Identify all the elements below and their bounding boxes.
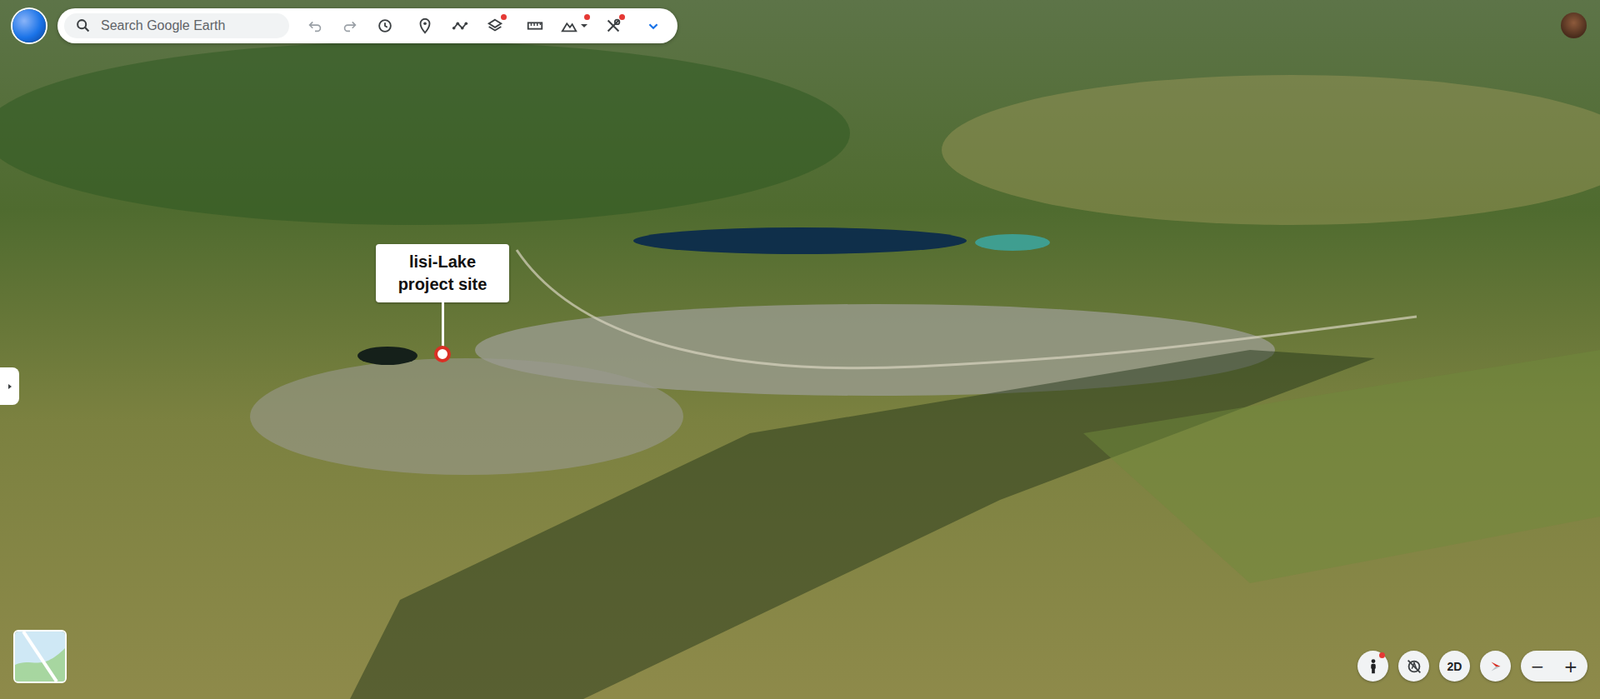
- lake: [357, 346, 418, 365]
- lake: [633, 227, 967, 255]
- search-icon[interactable]: [74, 16, 93, 35]
- profile-avatar[interactable]: [1560, 12, 1587, 39]
- elevation-button[interactable]: [555, 11, 593, 40]
- dry-hills: [941, 75, 1600, 225]
- measure-group: [520, 11, 628, 40]
- google-earth-logo-icon[interactable]: [12, 9, 46, 43]
- top-toolbar: [12, 8, 678, 44]
- dimension-toggle[interactable]: 2D: [1439, 650, 1470, 682]
- forest-hills: [0, 41, 850, 225]
- zoom-control: −+: [1520, 650, 1588, 682]
- expand-button[interactable]: [639, 11, 668, 40]
- placemark-icon: [415, 16, 435, 35]
- undo-icon: [305, 16, 325, 35]
- compass-needle-icon: [1486, 657, 1505, 676]
- map-controls: 2D −+: [1357, 650, 1588, 682]
- tools-button[interactable]: [599, 11, 628, 40]
- layers-button[interactable]: [480, 11, 510, 40]
- search-box: [64, 13, 290, 39]
- earth-app: lisi-Lake project site 2D −+: [0, 0, 1600, 699]
- pegman-icon: [1364, 657, 1383, 676]
- satellite-map[interactable]: [0, 0, 1600, 699]
- highway: [516, 250, 1417, 369]
- ruler-icon: [525, 16, 545, 35]
- map-style-button[interactable]: [13, 630, 67, 684]
- history-button[interactable]: [370, 11, 400, 40]
- map-style-icon: [15, 631, 65, 682]
- compass-button[interactable]: [1480, 650, 1511, 682]
- notification-dot: [1379, 652, 1385, 659]
- pin-marker-icon: [434, 345, 451, 363]
- zoom-out-button[interactable]: −: [1520, 650, 1555, 682]
- city-area: [250, 358, 684, 475]
- map-pin[interactable]: lisi-Lake project site: [375, 244, 510, 363]
- notification-dot: [619, 14, 625, 20]
- chevron-down-icon: [644, 16, 663, 35]
- history-icon: [375, 16, 395, 35]
- pin-label: lisi-Lake project site: [375, 244, 510, 303]
- notification-dot: [584, 14, 590, 20]
- tilt-button[interactable]: [1398, 650, 1430, 682]
- farmland: [1083, 350, 1600, 584]
- undo-button[interactable]: [300, 11, 330, 40]
- zoom-in-button[interactable]: +: [1554, 650, 1588, 682]
- path-button[interactable]: [445, 11, 475, 40]
- notification-dot: [500, 14, 507, 20]
- create-group: [410, 11, 510, 40]
- lake: [975, 234, 1050, 251]
- redo-icon: [340, 16, 360, 35]
- expand-arrow-icon: [5, 382, 15, 391]
- path-icon: [450, 16, 470, 35]
- redo-button[interactable]: [335, 11, 365, 40]
- history-group: [300, 11, 400, 40]
- pin-stem: [441, 302, 445, 348]
- measure-button[interactable]: [520, 11, 550, 40]
- placemark-button[interactable]: [410, 11, 440, 40]
- street-view-button[interactable]: [1357, 650, 1389, 682]
- side-panel-toggle[interactable]: [0, 367, 20, 405]
- elevation-icon: [560, 16, 579, 35]
- search-input[interactable]: [99, 17, 280, 35]
- toolbar-bar: [57, 8, 678, 44]
- dropdown-icon: [580, 21, 589, 30]
- compass-off-icon: [1405, 657, 1424, 676]
